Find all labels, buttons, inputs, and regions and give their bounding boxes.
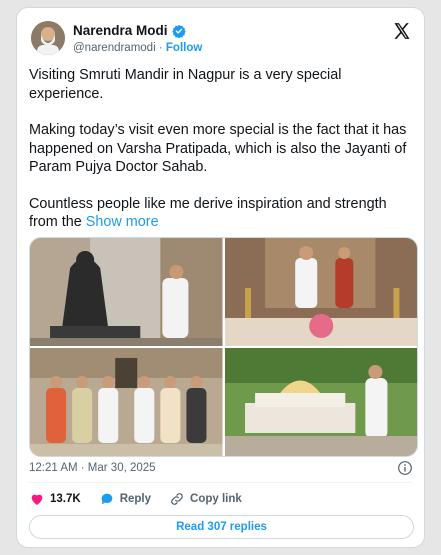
author-handle[interactable]: @narendramodi — [73, 42, 156, 54]
tweet-text: Visiting Smruti Mandir in Nagpur is a ve… — [29, 66, 419, 250]
tweet-paragraph-3-text: Countless people like me derive inspirat… — [29, 195, 387, 231]
x-logo-icon[interactable] — [392, 21, 412, 41]
photo-2[interactable] — [224, 238, 417, 346]
tweet-paragraph-2: Making today’s visit even more special i… — [29, 122, 407, 175]
separator: · — [158, 42, 163, 54]
tweet-card: Narendra Modi @narendramodi · Follow Vis… — [16, 7, 425, 548]
photo-3[interactable] — [30, 348, 223, 456]
divider — [29, 482, 412, 483]
verified-badge-icon — [171, 24, 186, 38]
like-count: 13.7K — [50, 493, 81, 505]
media-grid — [29, 237, 418, 457]
reply-icon — [101, 493, 113, 505]
reply-button[interactable]: Reply — [99, 491, 151, 507]
info-icon[interactable] — [397, 460, 413, 476]
tweet-paragraph-1: Visiting Smruti Mandir in Nagpur is a ve… — [29, 67, 342, 102]
avatar[interactable] — [31, 21, 65, 55]
action-bar: 13.7K Reply Copy link — [29, 491, 260, 507]
heart-icon — [31, 494, 43, 505]
author-name-row: Narendra Modi — [73, 23, 186, 38]
photo-4[interactable] — [224, 348, 417, 456]
follow-button[interactable]: Follow — [166, 42, 202, 54]
photo-1[interactable] — [30, 238, 223, 346]
copy-link-label: Copy link — [190, 493, 242, 505]
reply-label: Reply — [119, 493, 152, 505]
tweet-timestamp[interactable]: 12:21 AM · Mar 30, 2025 — [29, 462, 156, 474]
show-more-link[interactable]: Show more — [86, 214, 159, 230]
link-icon — [171, 493, 183, 505]
copy-link-button[interactable]: Copy link — [169, 491, 242, 507]
read-replies-button[interactable]: Read 307 replies — [29, 515, 414, 539]
author-name[interactable]: Narendra Modi — [73, 23, 168, 38]
author-handle-row: @narendramodi · Follow — [73, 42, 202, 54]
tweet-paragraph-3: Countless people like me derive inspirat… — [29, 195, 419, 232]
like-button[interactable]: 13.7K — [29, 491, 81, 507]
